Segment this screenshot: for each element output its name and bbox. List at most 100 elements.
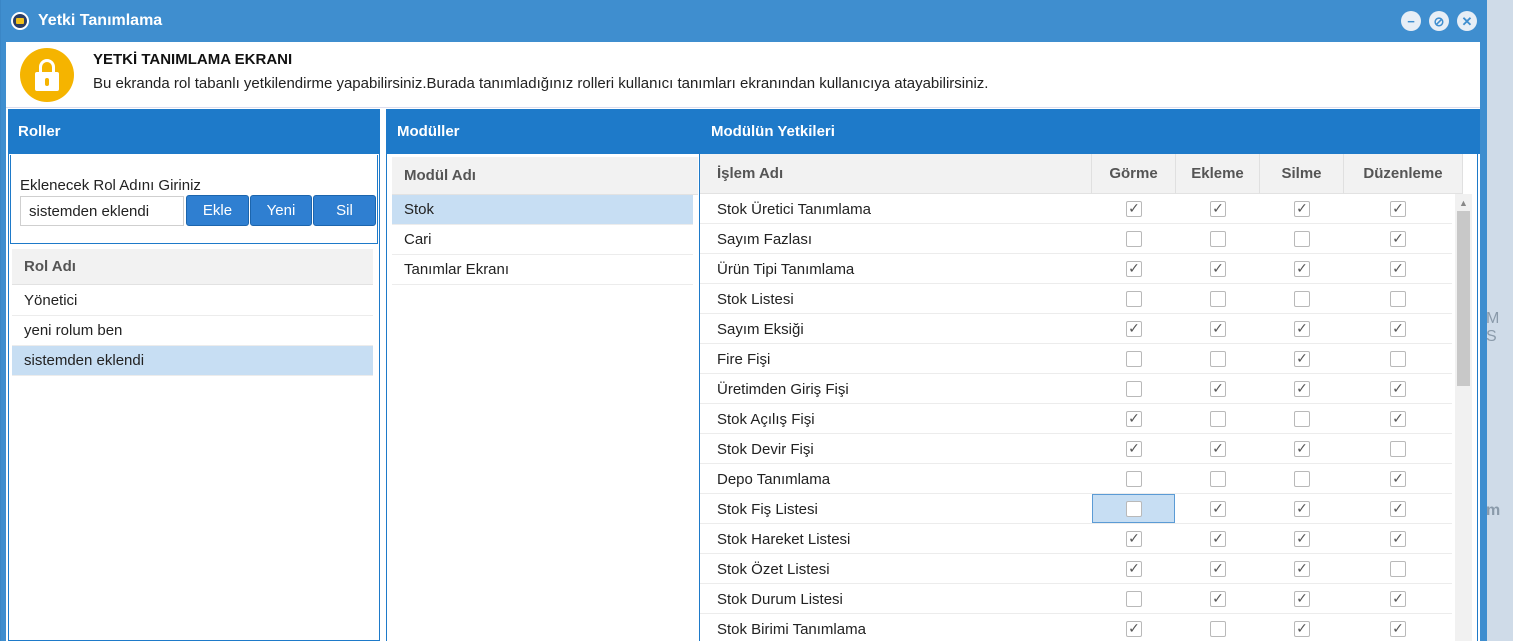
table-row[interactable]: Stok Özet Listesi ✓ ✓ ✓: [700, 554, 1452, 584]
role-list-item[interactable]: Yönetici: [12, 286, 373, 316]
silme-checkbox[interactable]: ✓: [1294, 620, 1310, 637]
column-header-islem-adi[interactable]: İşlem Adı: [700, 154, 1092, 194]
ekleme-checkbox[interactable]: [1210, 230, 1226, 247]
silme-checkbox[interactable]: ✓: [1294, 590, 1310, 607]
silme-checkbox[interactable]: ✓: [1294, 320, 1310, 337]
ekleme-checkbox[interactable]: ✓: [1210, 500, 1226, 517]
gorme-checkbox[interactable]: [1126, 350, 1142, 367]
table-row[interactable]: Stok Açılış Fişi ✓ ✓: [700, 404, 1452, 434]
ekle-button[interactable]: Ekle: [186, 195, 249, 226]
scroll-up-icon[interactable]: ▲: [1455, 194, 1472, 211]
gorme-checkbox[interactable]: [1126, 230, 1142, 247]
minimize-icon[interactable]: −: [1401, 11, 1421, 31]
ekleme-checkbox[interactable]: [1210, 620, 1226, 637]
table-row[interactable]: Ürün Tipi Tanımlama ✓ ✓ ✓ ✓: [700, 254, 1452, 284]
table-row[interactable]: Stok Hareket Listesi ✓ ✓ ✓ ✓: [700, 524, 1452, 554]
role-list-item[interactable]: sistemden eklendi: [12, 346, 373, 376]
duzenleme-checkbox[interactable]: [1390, 290, 1406, 307]
table-row[interactable]: Stok Devir Fişi ✓ ✓ ✓: [700, 434, 1452, 464]
duzenleme-checkbox[interactable]: ✓: [1390, 320, 1406, 337]
role-list-item[interactable]: yeni rolum ben: [12, 316, 373, 346]
gorme-checkbox[interactable]: [1125, 500, 1142, 517]
title-bar[interactable]: Yetki Tanımlama − ⊘ ✕: [1, 0, 1487, 42]
column-header-duzenleme[interactable]: Düzenleme: [1344, 154, 1463, 194]
gorme-checkbox[interactable]: [1126, 470, 1142, 487]
silme-checkbox[interactable]: ✓: [1294, 440, 1310, 457]
gorme-checkbox[interactable]: ✓: [1126, 320, 1142, 337]
restore-icon[interactable]: ⊘: [1429, 11, 1449, 31]
table-row[interactable]: Stok Birimi Tanımlama ✓ ✓ ✓: [700, 614, 1452, 641]
ekleme-checkbox[interactable]: ✓: [1210, 320, 1226, 337]
table-row[interactable]: Sayım Eksiği ✓ ✓ ✓ ✓: [700, 314, 1452, 344]
gorme-checkbox[interactable]: [1126, 590, 1142, 607]
duzenleme-checkbox[interactable]: [1390, 350, 1406, 367]
column-header-gorme[interactable]: Görme: [1092, 154, 1176, 194]
ekleme-checkbox[interactable]: ✓: [1210, 560, 1226, 577]
gorme-checkbox[interactable]: ✓: [1126, 560, 1142, 577]
table-row[interactable]: Fire Fişi ✓: [700, 344, 1452, 374]
scrollbar-thumb[interactable]: [1457, 211, 1470, 386]
ekleme-checkbox[interactable]: ✓: [1210, 590, 1226, 607]
gorme-checkbox[interactable]: [1126, 380, 1142, 397]
duzenleme-checkbox[interactable]: [1390, 560, 1406, 577]
yeni-button[interactable]: Yeni: [250, 195, 312, 226]
table-row[interactable]: Stok Fiş Listesi ✓ ✓ ✓: [700, 494, 1452, 524]
duzenleme-checkbox[interactable]: ✓: [1390, 470, 1406, 487]
ekleme-checkbox[interactable]: ✓: [1210, 200, 1226, 217]
table-row[interactable]: Depo Tanımlama ✓: [700, 464, 1452, 494]
silme-checkbox[interactable]: ✓: [1294, 500, 1310, 517]
duzenleme-checkbox[interactable]: ✓: [1390, 230, 1406, 247]
roller-panel-title: Roller: [8, 109, 380, 154]
module-list-item[interactable]: Cari: [392, 225, 693, 255]
modul-adi-header[interactable]: Modül Adı: [392, 157, 698, 195]
table-row[interactable]: Stok Durum Listesi ✓ ✓ ✓: [700, 584, 1452, 614]
column-header-ekleme[interactable]: Ekleme: [1176, 154, 1260, 194]
gorme-checkbox[interactable]: ✓: [1126, 260, 1142, 277]
gorme-checkbox[interactable]: [1126, 290, 1142, 307]
silme-checkbox[interactable]: ✓: [1294, 560, 1310, 577]
duzenleme-checkbox[interactable]: ✓: [1390, 590, 1406, 607]
ekleme-checkbox[interactable]: ✓: [1210, 440, 1226, 457]
gorme-checkbox[interactable]: ✓: [1126, 530, 1142, 547]
module-list-item[interactable]: Tanımlar Ekranı: [392, 255, 693, 285]
silme-checkbox[interactable]: [1294, 290, 1310, 307]
silme-checkbox[interactable]: ✓: [1294, 200, 1310, 217]
silme-checkbox[interactable]: ✓: [1294, 530, 1310, 547]
duzenleme-checkbox[interactable]: ✓: [1390, 380, 1406, 397]
table-row[interactable]: Üretimden Giriş Fişi ✓ ✓ ✓: [700, 374, 1452, 404]
rol-adi-header[interactable]: Rol Adı: [12, 249, 373, 285]
ekleme-checkbox[interactable]: [1210, 290, 1226, 307]
gorme-checkbox[interactable]: ✓: [1126, 410, 1142, 427]
gorme-checkbox[interactable]: ✓: [1126, 620, 1142, 637]
duzenleme-checkbox[interactable]: ✓: [1390, 260, 1406, 277]
silme-checkbox[interactable]: ✓: [1294, 380, 1310, 397]
ekleme-checkbox[interactable]: ✓: [1210, 380, 1226, 397]
table-row[interactable]: Stok Üretici Tanımlama ✓ ✓ ✓ ✓: [700, 194, 1452, 224]
silme-checkbox[interactable]: ✓: [1294, 260, 1310, 277]
silme-checkbox[interactable]: [1294, 410, 1310, 427]
ekleme-checkbox[interactable]: [1210, 410, 1226, 427]
ekleme-checkbox[interactable]: ✓: [1210, 530, 1226, 547]
duzenleme-checkbox[interactable]: ✓: [1390, 500, 1406, 517]
sil-button[interactable]: Sil: [313, 195, 376, 226]
ekleme-checkbox[interactable]: [1210, 350, 1226, 367]
gorme-checkbox[interactable]: ✓: [1126, 440, 1142, 457]
silme-checkbox[interactable]: [1294, 230, 1310, 247]
ekleme-checkbox[interactable]: [1210, 470, 1226, 487]
duzenleme-checkbox[interactable]: [1390, 440, 1406, 457]
ekleme-checkbox[interactable]: ✓: [1210, 260, 1226, 277]
duzenleme-checkbox[interactable]: ✓: [1390, 530, 1406, 547]
duzenleme-checkbox[interactable]: ✓: [1390, 200, 1406, 217]
silme-checkbox[interactable]: [1294, 470, 1310, 487]
module-list-item[interactable]: Stok: [392, 195, 693, 225]
column-header-silme[interactable]: Silme: [1260, 154, 1344, 194]
table-row[interactable]: Sayım Fazlası ✓: [700, 224, 1452, 254]
grid-scrollbar[interactable]: ▲: [1455, 194, 1472, 641]
role-name-input[interactable]: [20, 196, 184, 226]
duzenleme-checkbox[interactable]: ✓: [1390, 410, 1406, 427]
gorme-checkbox[interactable]: ✓: [1126, 200, 1142, 217]
close-icon[interactable]: ✕: [1457, 11, 1477, 31]
duzenleme-checkbox[interactable]: ✓: [1390, 620, 1406, 637]
silme-checkbox[interactable]: ✓: [1294, 350, 1310, 367]
table-row[interactable]: Stok Listesi: [700, 284, 1452, 314]
